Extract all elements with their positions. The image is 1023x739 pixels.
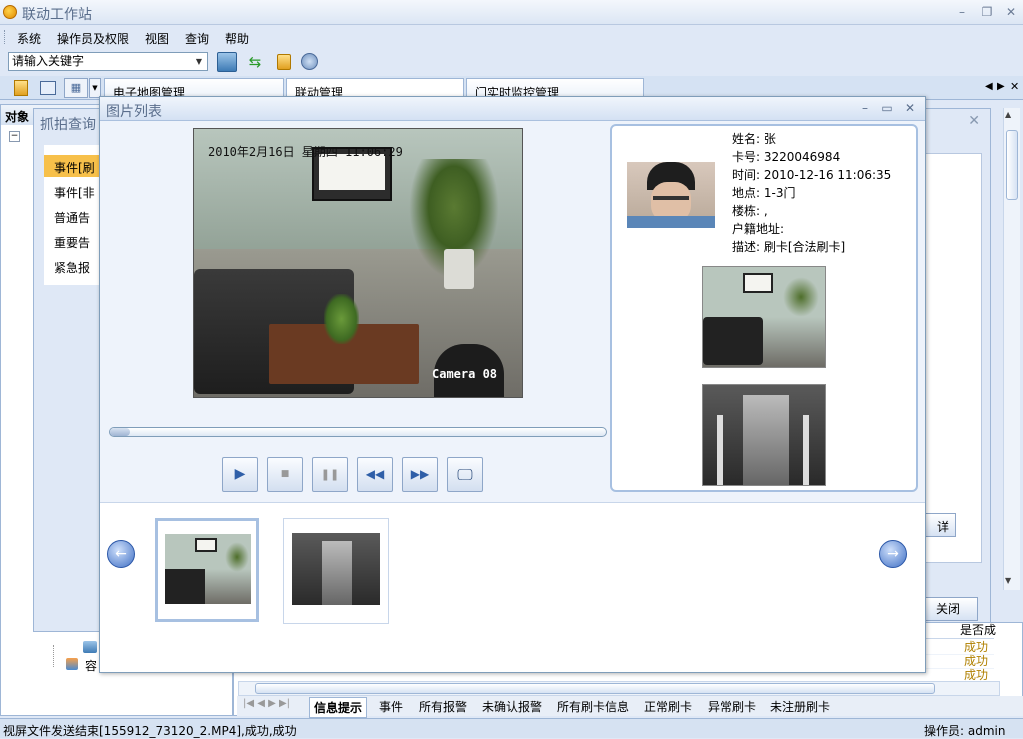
video-timestamp: 2010年2月16日 星期四 11:06:29: [208, 145, 403, 159]
vertical-scrollbar[interactable]: ▲ ▼: [1003, 108, 1020, 590]
info-address: 户籍地址:: [732, 222, 785, 236]
fast-forward-button[interactable]: ▶▶: [402, 457, 438, 492]
rewind-button[interactable]: ◀◀: [357, 457, 393, 492]
tab-event[interactable]: 事件: [375, 697, 407, 716]
tree-line: [53, 645, 54, 667]
horizontal-scrollbar[interactable]: [238, 681, 1000, 696]
maximize-icon[interactable]: ▭: [880, 101, 894, 115]
tab-all-alarms[interactable]: 所有报警: [415, 697, 471, 716]
container-icon: [66, 658, 78, 670]
snapshot-thumb-room[interactable]: [702, 266, 826, 368]
lock-icon[interactable]: [277, 54, 291, 70]
scroll-thumb[interactable]: [255, 683, 935, 694]
prev-arrow-icon[interactable]: ←: [107, 540, 135, 568]
search-input-value: 请输入关键字: [12, 54, 85, 68]
playback-progress[interactable]: [109, 427, 607, 437]
operator-label: 操作员: admin: [924, 724, 1006, 738]
close-icon[interactable]: ✕: [968, 113, 980, 129]
fullscreen-monitor-button[interactable]: 🖵: [447, 457, 483, 492]
window-titlebar: 联动工作站 – ❐ ✕: [0, 0, 1023, 25]
search-input[interactable]: 请输入关键字 ▼: [8, 52, 208, 71]
info-time: 时间: 2010-12-16 11:06:35: [732, 168, 892, 182]
picture-list-dialog: 图片列表 – ▭ ✕ 2010年2月16日 星期四 11:06:29 Camer…: [99, 96, 926, 673]
app-logo-icon: [3, 5, 17, 19]
result-list-area: [924, 153, 982, 563]
menu-bar: 系统 操作员及权限 视图 查询 帮助: [0, 26, 1023, 48]
stop-button[interactable]: ■: [267, 457, 303, 492]
status-message: 视屏文件发送结束[155912_73120_2.MP4],成功,成功: [3, 724, 297, 738]
tab-abnormal-card[interactable]: 异常刷卡: [704, 697, 760, 716]
tab-info[interactable]: 信息提示: [309, 697, 368, 718]
thumbnail-strip: ← →: [100, 502, 925, 672]
menu-grip: [4, 30, 6, 44]
dialog-titlebar: 图片列表 – ▭ ✕: [100, 97, 925, 121]
snapshot-query-title: 抓拍查询: [40, 117, 96, 133]
menu-operator-permissions[interactable]: 操作员及权限: [57, 30, 129, 47]
info-description: 描述: 刷卡[合法刷卡]: [732, 240, 846, 254]
chevron-down-icon[interactable]: ▼: [89, 78, 101, 98]
close-button[interactable]: 关闭: [918, 597, 978, 621]
video-small-plant: [324, 294, 359, 344]
tab-close-icon[interactable]: ✕: [1010, 80, 1019, 93]
dialog-title: 图片列表: [106, 104, 162, 120]
user-icon[interactable]: [301, 53, 318, 70]
toolbar: 请输入关键字 ▼ ⇆: [0, 49, 1023, 75]
tab-all-card[interactable]: 所有刷卡信息: [553, 697, 633, 716]
tab-next-icon[interactable]: ▶: [997, 81, 1005, 92]
video-camera-label: Camera 08: [432, 367, 498, 381]
picture-icon[interactable]: [217, 52, 237, 72]
tab-normal-card[interactable]: 正常刷卡: [640, 697, 696, 716]
snapshot-thumb-corridor[interactable]: [702, 384, 826, 486]
menu-help[interactable]: 帮助: [225, 30, 249, 47]
tab-prev-icon[interactable]: ◀: [985, 81, 993, 92]
video-pot: [444, 249, 474, 289]
person-photo: [627, 162, 715, 228]
tree-item-label[interactable]: 容: [85, 657, 97, 674]
grid-col-header: 是否成: [960, 623, 997, 637]
playback-progress-handle[interactable]: [110, 428, 130, 436]
tab-nav-icons[interactable]: |◀ ◀ ▶ ▶|: [243, 698, 290, 709]
next-arrow-icon[interactable]: →: [879, 540, 907, 568]
grid-layout-icon[interactable]: ▦: [64, 78, 88, 98]
menu-view[interactable]: 视图: [145, 30, 169, 47]
thumbnail-room-selected[interactable]: [155, 518, 259, 622]
status-bar: 视屏文件发送结束[155912_73120_2.MP4],成功,成功 操作员: …: [0, 718, 1023, 738]
window-title: 联动工作站: [22, 7, 92, 23]
minimize-icon[interactable]: –: [955, 5, 969, 19]
video-player[interactable]: 2010年2月16日 星期四 11:06:29 Camera 08: [193, 128, 523, 398]
menu-query[interactable]: 查询: [185, 30, 209, 47]
restore-icon[interactable]: ❐: [980, 5, 994, 19]
tab-unregistered-card[interactable]: 未注册刷卡: [766, 697, 834, 716]
tree-collapse-icon[interactable]: −: [9, 131, 20, 142]
minimize-icon[interactable]: –: [858, 101, 872, 115]
scroll-down-icon[interactable]: ▼: [1005, 576, 1011, 585]
scroll-up-icon[interactable]: ▲: [1005, 110, 1011, 119]
info-building: 楼栋: ,: [732, 204, 768, 218]
info-name: 姓名: 张: [732, 132, 776, 146]
card-info-panel: 姓名: 张 卡号: 3220046984 时间: 2010-12-16 11:0…: [610, 124, 918, 492]
screen-icon[interactable]: [40, 81, 56, 95]
tab-unconfirmed-alarms[interactable]: 未确认报警: [478, 697, 546, 716]
bottom-tab-bar: |◀ ◀ ▶ ▶| 信息提示 事件 所有报警 未确认报警 所有刷卡信息 正常刷卡…: [237, 696, 1023, 718]
scroll-thumb[interactable]: [1006, 130, 1018, 200]
refresh-icon[interactable]: ⇆: [245, 52, 265, 72]
pause-button[interactable]: ❚❚: [312, 457, 348, 492]
info-location: 地点: 1-3门: [732, 186, 796, 200]
chevron-down-icon[interactable]: ▼: [192, 54, 206, 69]
lock-icon[interactable]: [14, 80, 28, 96]
thumbnail-corridor[interactable]: [283, 518, 389, 624]
info-card-number: 卡号: 3220046984: [732, 150, 841, 164]
menu-system[interactable]: 系统: [17, 30, 41, 47]
close-icon[interactable]: ✕: [1004, 5, 1018, 19]
play-button[interactable]: ▶: [222, 457, 258, 492]
close-icon[interactable]: ✕: [903, 101, 917, 115]
device-icon: [83, 641, 97, 653]
